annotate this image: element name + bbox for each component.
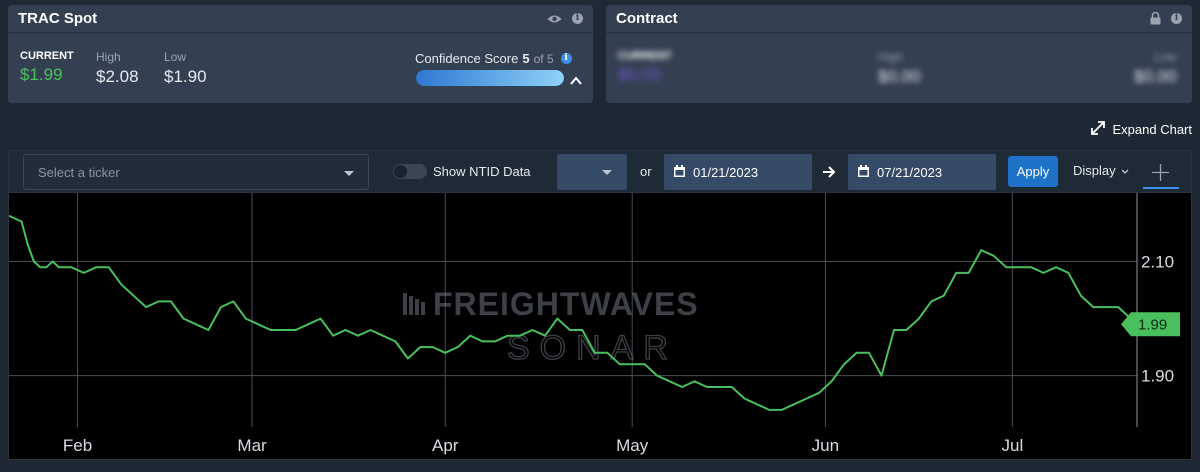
crosshair-icon	[1152, 164, 1169, 186]
spot-current-block: CURRENT $1.99	[20, 50, 74, 85]
contract-high-block: High $0.00	[878, 50, 921, 87]
x-tick-label: Apr	[432, 436, 459, 455]
end-date-value: 07/21/2023	[877, 164, 943, 180]
crosshair-button[interactable]	[1143, 157, 1179, 189]
contract-low-block: Low $0.00	[1134, 50, 1177, 87]
contract-current-value: $0.00	[618, 65, 661, 84]
display-menu[interactable]: Display	[1073, 163, 1129, 178]
y-tick-label: 2.10	[1141, 252, 1174, 271]
contract-current-block: CURRENT $0.00	[618, 50, 672, 85]
ticker-placeholder: Select a ticker	[38, 164, 120, 180]
end-date-input[interactable]: 07/21/2023	[848, 154, 996, 190]
apply-button[interactable]: Apply	[1008, 156, 1058, 187]
spot-low-block: Low $1.90	[164, 50, 207, 87]
confidence-bar	[416, 70, 564, 86]
x-tick-label: Mar	[237, 436, 267, 455]
contract-current-label: CURRENT	[618, 50, 672, 62]
chart-toolbar: Select a ticker Show NTID Data or 01/21/…	[9, 151, 1191, 193]
contract-high-value: $0.00	[878, 67, 921, 86]
expand-chart-button[interactable]: Expand Chart	[1089, 119, 1193, 140]
chevron-down-icon	[344, 171, 354, 176]
x-tick-label: Feb	[63, 436, 92, 455]
confidence-bar-fill	[416, 70, 564, 86]
chevron-down-icon	[1121, 163, 1129, 178]
current-value-label: 1.99	[1138, 316, 1167, 333]
ntid-toggle[interactable]	[393, 164, 427, 179]
info-icon[interactable]: i	[1171, 13, 1182, 24]
trac-spot-title: TRAC Spot	[18, 10, 98, 27]
or-label: or	[640, 164, 652, 179]
trac-spot-panel: TRAC Spot i CURRENT $1.99 High $2.08 Low…	[8, 5, 593, 103]
spot-current-value: $1.99	[20, 65, 63, 84]
arrow-right-icon	[822, 165, 836, 183]
ticker-select[interactable]: Select a ticker	[23, 154, 369, 190]
x-tick-label: Jun	[812, 436, 839, 455]
chevron-up-icon[interactable]	[570, 72, 582, 90]
x-tick-label: Jul	[1001, 436, 1023, 455]
watermark-line1: FREIGHTWAVES	[433, 286, 699, 322]
eye-icon[interactable]	[547, 14, 562, 24]
chart-container: Select a ticker Show NTID Data or 01/21/…	[8, 150, 1192, 460]
spot-low-value: $1.90	[164, 67, 207, 86]
range-dropdown[interactable]	[557, 154, 627, 190]
contract-low-value: $0.00	[1134, 67, 1177, 86]
spot-high-block: High $2.08	[96, 50, 139, 87]
confidence-info-icon[interactable]: i	[560, 53, 572, 64]
spot-current-label: CURRENT	[20, 50, 74, 62]
confidence-value: 5	[522, 51, 530, 66]
confidence-label: Confidence Score	[415, 51, 519, 66]
current-value-marker: 1.99	[1121, 312, 1180, 337]
trac-spot-header: TRAC Spot i	[8, 5, 593, 33]
contract-panel: Contract i CURRENT $0.00 High $0.00 Low …	[606, 5, 1192, 103]
spot-low-label: Low	[164, 50, 187, 64]
calendar-icon	[674, 164, 685, 180]
display-label: Display	[1073, 163, 1116, 178]
expand-icon	[1089, 119, 1107, 140]
spot-high-value: $2.08	[96, 67, 139, 86]
info-icon[interactable]: i	[572, 13, 583, 24]
confidence-score: Confidence Score 5 of 5 i	[415, 51, 572, 66]
y-tick-label: 1.90	[1141, 367, 1174, 386]
contract-header: Contract i	[606, 5, 1192, 33]
freightwaves-logo-icon	[403, 293, 425, 315]
contract-title: Contract	[616, 10, 678, 27]
chevron-down-icon	[602, 170, 612, 175]
calendar-icon	[858, 164, 869, 180]
lock-icon	[1150, 12, 1161, 25]
x-axis-ticks: Feb Mar Apr May Jun Jul	[63, 436, 1023, 455]
contract-high-label: High	[878, 50, 903, 64]
expand-chart-label: Expand Chart	[1112, 122, 1193, 137]
spot-high-label: High	[96, 50, 121, 64]
confidence-of: of 5	[533, 51, 554, 66]
start-date-value: 01/21/2023	[693, 164, 759, 180]
contract-low-label: Low	[1154, 50, 1177, 64]
x-tick-label: May	[616, 436, 649, 455]
price-chart: FREIGHTWAVES SONAR 2.101.90 Feb Mar Apr May…	[9, 193, 1180, 455]
ntid-label: Show NTID Data	[433, 164, 531, 179]
start-date-input[interactable]: 01/21/2023	[664, 154, 812, 190]
